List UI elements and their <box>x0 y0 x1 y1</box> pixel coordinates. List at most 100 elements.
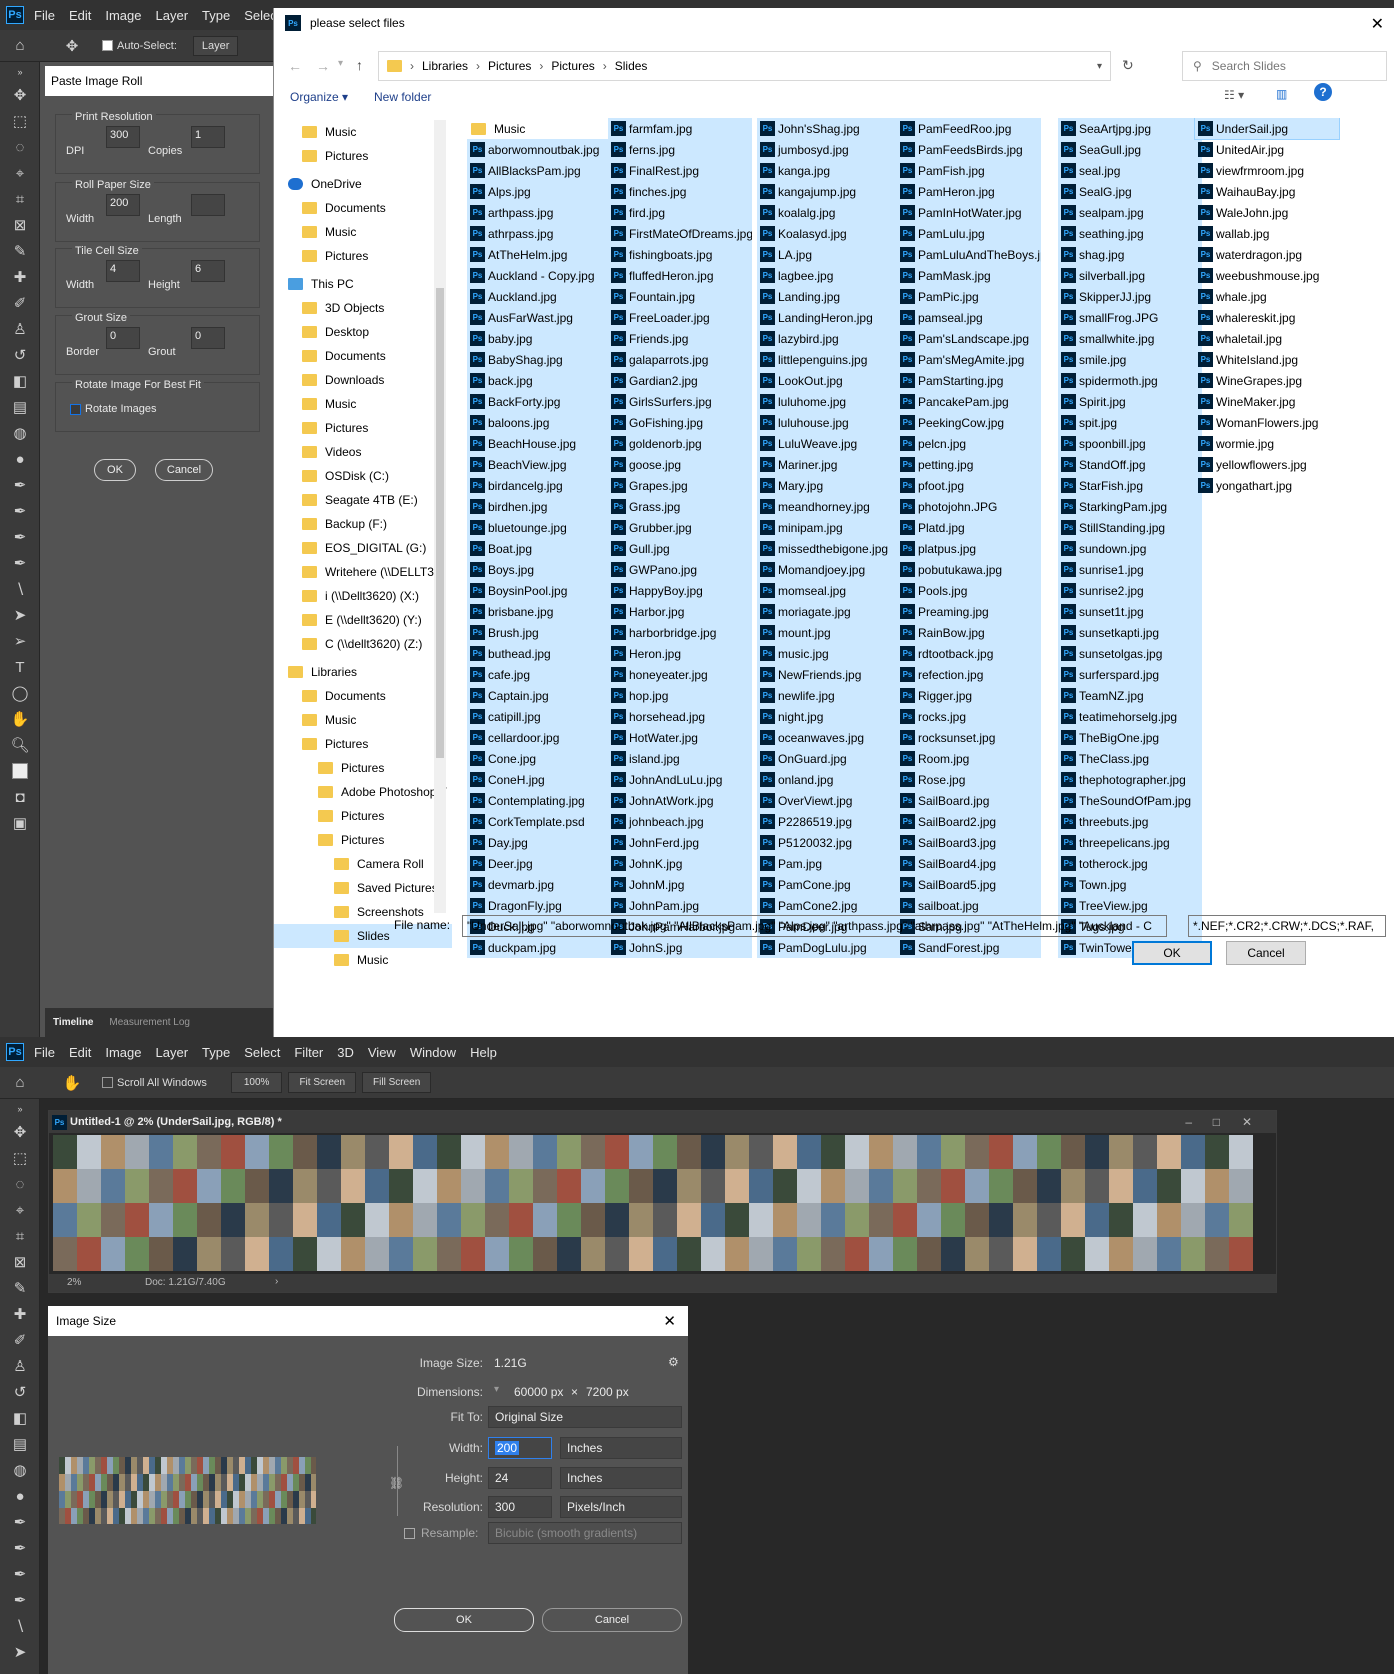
file-item[interactable]: Ps Town.jpg <box>1058 874 1202 895</box>
gradient-icon[interactable]: ▤ <box>0 1431 40 1457</box>
back-arrow-icon[interactable]: ← <box>288 58 302 74</box>
menu-window[interactable]: Window <box>410 1045 456 1060</box>
dodge-icon[interactable]: ● <box>0 446 40 472</box>
file-item[interactable]: Ps SailBoard5.jpg <box>897 874 1041 895</box>
file-item[interactable]: Ps onland.jpg <box>757 769 901 790</box>
file-item[interactable]: Ps JohnAtWork.jpg <box>608 790 752 811</box>
file-item[interactable]: Ps TheBigOne.jpg <box>1058 727 1202 748</box>
file-item[interactable]: Ps yellowflowers.jpg <box>1195 454 1339 475</box>
pen-icon[interactable]: ✒ <box>0 472 40 498</box>
file-item[interactable]: Ps SandForest.jpg <box>897 937 1041 958</box>
file-item[interactable]: Ps PamCone.jpg <box>757 874 901 895</box>
cancel-button[interactable]: Cancel <box>542 1608 682 1632</box>
menu-view[interactable]: View <box>368 1045 396 1060</box>
file-item[interactable]: Ps Mariner.jpg <box>757 454 901 475</box>
file-item[interactable]: Ps silverball.jpg <box>1058 265 1202 286</box>
dodge-icon[interactable]: ● <box>0 1483 40 1509</box>
anchor-icon[interactable]: ∖ <box>0 1613 40 1639</box>
file-item[interactable]: Ps LuluWeave.jpg <box>757 433 901 454</box>
file-item[interactable]: Ps FreeLoader.jpg <box>608 307 752 328</box>
layer-select[interactable]: Layer <box>192 35 239 56</box>
file-item[interactable]: Ps PamStarting.jpg <box>897 370 1041 391</box>
file-item[interactable]: Ps back.jpg <box>467 370 611 391</box>
ok-button[interactable]: OK <box>94 459 136 481</box>
eyedropper-icon[interactable]: ✎ <box>0 1275 40 1301</box>
nav-item[interactable]: Pictures <box>274 244 452 268</box>
refresh-icon[interactable]: ↻ <box>1122 57 1134 74</box>
auto-select-checkbox[interactable]: Auto-Select: <box>102 40 177 52</box>
marquee-icon[interactable]: ⬚ <box>0 1145 40 1171</box>
file-item[interactable]: Ps Preaming.jpg <box>897 601 1041 622</box>
file-item[interactable]: Ps rdtootback.jpg <box>897 643 1041 664</box>
nav-item[interactable]: Videos <box>274 440 452 464</box>
nav-item[interactable]: Pictures <box>274 144 452 168</box>
file-item[interactable]: Ps BeachHouse.jpg <box>467 433 611 454</box>
file-item[interactable]: Ps cellardoor.jpg <box>467 727 611 748</box>
file-item[interactable]: Ps Gull.jpg <box>608 538 752 559</box>
file-item[interactable]: Ps fird.jpg <box>608 202 752 223</box>
file-item[interactable]: Ps Grubber.jpg <box>608 517 752 538</box>
file-item[interactable]: Ps SailBoard3.jpg <box>897 832 1041 853</box>
file-item[interactable]: Ps surferspard.jpg <box>1058 664 1202 685</box>
zoom-icon[interactable]: 🔍︎ <box>0 732 40 758</box>
file-item[interactable]: Ps luluhouse.jpg <box>757 412 901 433</box>
file-item[interactable]: Ps PamLuluAndTheBoys.jpg <box>897 244 1041 265</box>
file-item[interactable]: Ps smallFrog.JPG <box>1058 307 1202 328</box>
anchor-icon[interactable]: ∖ <box>0 576 40 602</box>
file-item[interactable]: Ps Mary.jpg <box>757 475 901 496</box>
file-item[interactable]: Ps Rose.jpg <box>897 769 1041 790</box>
breadcrumb-pictures[interactable]: Pictures <box>488 59 531 73</box>
menu-layer[interactable]: Layer <box>156 1045 189 1060</box>
height-unit-select[interactable]: Inches <box>560 1467 682 1489</box>
file-item[interactable]: Ps PamFish.jpg <box>897 160 1041 181</box>
lasso-icon[interactable]: ◌ <box>0 134 40 160</box>
file-item[interactable]: Ps LookOut.jpg <box>757 370 901 391</box>
file-item[interactable]: Ps Koalasyd.jpg <box>757 223 901 244</box>
search-input[interactable]: ⚲ Search Slides <box>1182 51 1387 81</box>
nav-scrollbar[interactable] <box>434 120 446 913</box>
eraser-icon[interactable]: ◧ <box>0 1405 40 1431</box>
stamp-icon[interactable]: ♙ <box>0 1353 40 1379</box>
file-item[interactable]: Ps GWPano.jpg <box>608 559 752 580</box>
file-item[interactable]: Ps pamseal.jpg <box>897 307 1041 328</box>
file-item[interactable]: Ps BabyShag.jpg <box>467 349 611 370</box>
file-item[interactable]: Ps Room.jpg <box>897 748 1041 769</box>
file-item[interactable]: Ps AllBlacksPam.jpg <box>467 160 611 181</box>
healing-icon[interactable]: ✚ <box>0 264 40 290</box>
fill-screen-button[interactable]: Fill Screen <box>362 1072 432 1093</box>
copies-input[interactable]: 1 <box>191 126 225 148</box>
ok-button[interactable]: OK <box>394 1608 534 1632</box>
file-item[interactable]: Ps yongathart.jpg <box>1195 475 1339 496</box>
help-icon[interactable]: ? <box>1314 83 1332 101</box>
file-item[interactable]: Ps P2286519.jpg <box>757 811 901 832</box>
file-item[interactable]: Ps catipill.jpg <box>467 706 611 727</box>
file-item[interactable]: Ps Cone.jpg <box>467 748 611 769</box>
file-item[interactable]: Ps refection.jpg <box>897 664 1041 685</box>
file-item[interactable]: Ps teatimehorselg.jpg <box>1058 706 1202 727</box>
file-item[interactable]: Music <box>467 118 611 139</box>
menu-image[interactable]: Image <box>105 8 141 23</box>
menu-3d[interactable]: 3D <box>337 1045 354 1060</box>
file-item[interactable]: Ps viewfrmroom.jpg <box>1195 160 1339 181</box>
file-item[interactable]: Ps horsehead.jpg <box>608 706 752 727</box>
file-item[interactable]: Ps Pam'sLandscape.jpg <box>897 328 1041 349</box>
file-item[interactable]: Ps OnGuard.jpg <box>757 748 901 769</box>
brush-icon[interactable]: ✐ <box>0 1327 40 1353</box>
brush-icon[interactable]: ✐ <box>0 290 40 316</box>
file-item[interactable]: Ps PamFeedsBirds.jpg <box>897 139 1041 160</box>
file-item[interactable]: Ps SkipperJJ.jpg <box>1058 286 1202 307</box>
zoom-100-button[interactable]: 100% <box>230 1072 283 1093</box>
file-item[interactable]: Ps waterdragon.jpg <box>1195 244 1339 265</box>
fit-screen-button[interactable]: Fit Screen <box>288 1072 357 1093</box>
width-input[interactable]: 200 <box>488 1437 552 1459</box>
hand-tool-icon[interactable]: ✋ <box>52 1070 92 1096</box>
file-item[interactable]: Ps fishingboats.jpg <box>608 244 752 265</box>
nav-item[interactable]: OSDisk (C:) <box>274 464 452 488</box>
scroll-all-check[interactable] <box>102 1077 113 1089</box>
file-item[interactable]: Ps rocks.jpg <box>897 706 1041 727</box>
file-item[interactable]: Ps StarkingPam.jpg <box>1058 496 1202 517</box>
breadcrumb-slides[interactable]: Slides <box>615 59 648 73</box>
file-item[interactable]: Ps StarFish.jpg <box>1058 475 1202 496</box>
file-item[interactable]: Ps WaleJohn.jpg <box>1195 202 1339 223</box>
nav-item[interactable]: Music <box>274 220 452 244</box>
